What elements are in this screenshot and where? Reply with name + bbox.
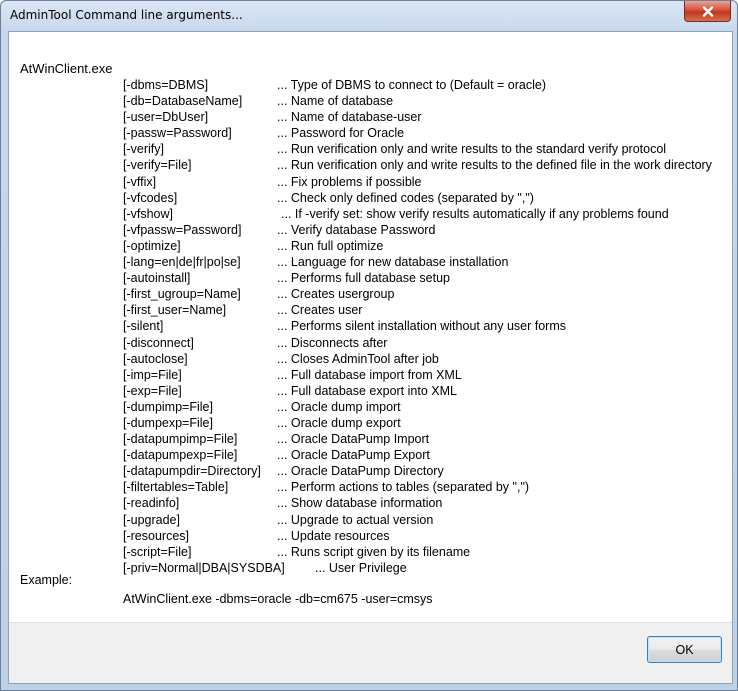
argument-description: ... Password for Oracle <box>277 126 405 141</box>
argument-description: ... Check only defined codes (separated … <box>277 190 534 205</box>
argument-name: [-disconnect] <box>123 335 194 350</box>
example-command: AtWinClient.exe -dbms=oracle -db=cm675 -… <box>123 592 433 606</box>
argument-description: ... Name of database-user <box>277 110 422 125</box>
window-title: AdminTool Command line arguments... <box>10 8 243 22</box>
argument-description: ... Oracle DataPump Import <box>277 432 430 447</box>
argument-description: ... Type of DBMS to connect to (Default … <box>277 78 546 92</box>
argument-name: [-first_ugroup=Name] <box>123 287 241 302</box>
argument-name: [-script=File] <box>123 544 192 559</box>
argument-description: ... Verify database Password <box>277 222 436 237</box>
argument-name: [-verify] <box>123 142 164 157</box>
argument-description: ... Run verification only and write resu… <box>277 158 712 173</box>
argument-name: [-lang=en|de|fr|po|se] <box>123 255 241 270</box>
argument-name: [-vfcodes] <box>123 190 178 205</box>
argument-name: [-dumpimp=File] <box>123 399 213 414</box>
argument-description: ... Run verification only and write resu… <box>277 142 667 157</box>
argument-description: ... Show database information <box>277 496 443 511</box>
argument-description: ... If -verify set: show verify results … <box>281 206 669 221</box>
argument-description: ... Perform actions to tables (separated… <box>277 480 530 495</box>
argument-description: ... Update resources <box>277 528 390 543</box>
argument-name: [-vfshow] <box>123 206 174 221</box>
close-button[interactable] <box>684 1 731 22</box>
argument-description: ... Full database export into XML <box>277 383 457 398</box>
argument-name: [-optimize] <box>123 238 181 253</box>
argument-description: ... Performs silent installation without… <box>277 319 567 334</box>
argument-description: ... Creates user <box>277 303 363 318</box>
argument-description: ... User Privilege <box>315 560 407 575</box>
argument-name: [-imp=File] <box>123 367 182 382</box>
program-name: AtWinClient.exe <box>20 61 113 76</box>
argument-description: ... Oracle DataPump Export <box>277 448 430 463</box>
argument-name: [-resources] <box>123 528 189 543</box>
argument-description: ... Runs script given by its filename <box>277 544 471 559</box>
button-bar: OK <box>9 622 732 683</box>
argument-name: [-db=DatabaseName] <box>123 94 243 109</box>
argument-name: [-exp=File] <box>123 383 182 398</box>
argument-name: [-passw=Password] <box>123 126 232 141</box>
argument-description: ... Disconnects after <box>277 335 388 350</box>
argument-name: [-priv=Normal|DBA|SYSDBA] <box>123 560 285 575</box>
argument-name: [-vffix] <box>123 174 157 189</box>
argument-description: ... Fix problems if possible <box>277 174 422 189</box>
dialog-window: AdminTool Command line arguments... AtWi… <box>0 0 738 691</box>
argument-name: [-datapumpexp=File] <box>123 448 238 463</box>
argument-name: [-vfpassw=Password] <box>123 222 242 237</box>
argument-description: ... Oracle DataPump Directory <box>277 464 444 479</box>
argument-description: ... Creates usergroup <box>277 287 395 302</box>
argument-description: ... Name of database <box>277 94 394 109</box>
argument-description: ... Upgrade to actual version <box>277 512 434 527</box>
argument-name: [-filtertables=Table] <box>123 480 229 495</box>
argument-name: [-silent] <box>123 319 164 334</box>
dialog-content: AtWinClient.exe [-dbms=DBMS] ... Type of … <box>8 31 733 684</box>
argument-description: ... Run full optimize <box>277 238 384 253</box>
title-bar[interactable]: AdminTool Command line arguments... <box>1 1 737 31</box>
argument-name: [-verify=File] <box>123 158 192 173</box>
argument-description: ... Language for new database installati… <box>277 255 509 270</box>
argument-description: ... Performs full database setup <box>277 271 451 286</box>
ok-button[interactable]: OK <box>647 636 722 663</box>
argument-name: [-dumpexp=File] <box>123 415 213 430</box>
argument-name: [-datapumpdir=Directory] <box>123 464 261 479</box>
argument-name: [-user=DbUser] <box>123 110 209 125</box>
argument-name: [-autoinstall] <box>123 271 191 286</box>
close-icon <box>702 5 714 17</box>
argument-name: [-datapumpimp=File] <box>123 432 238 447</box>
argument-name: [-dbms=DBMS] <box>123 78 209 92</box>
argument-description: ... Closes AdminTool after job <box>277 351 439 366</box>
argument-description: ... Oracle dump export <box>277 415 401 430</box>
argument-name: [-autoclose] <box>123 351 188 366</box>
argument-description: ... Full database import from XML <box>277 367 462 382</box>
example-label: Example: <box>20 573 73 587</box>
argument-name: [-first_user=Name] <box>123 303 227 318</box>
argument-name: [-upgrade] <box>123 512 180 527</box>
argument-description: ... Oracle dump import <box>277 399 401 414</box>
argument-name: [-readinfo] <box>123 496 180 511</box>
